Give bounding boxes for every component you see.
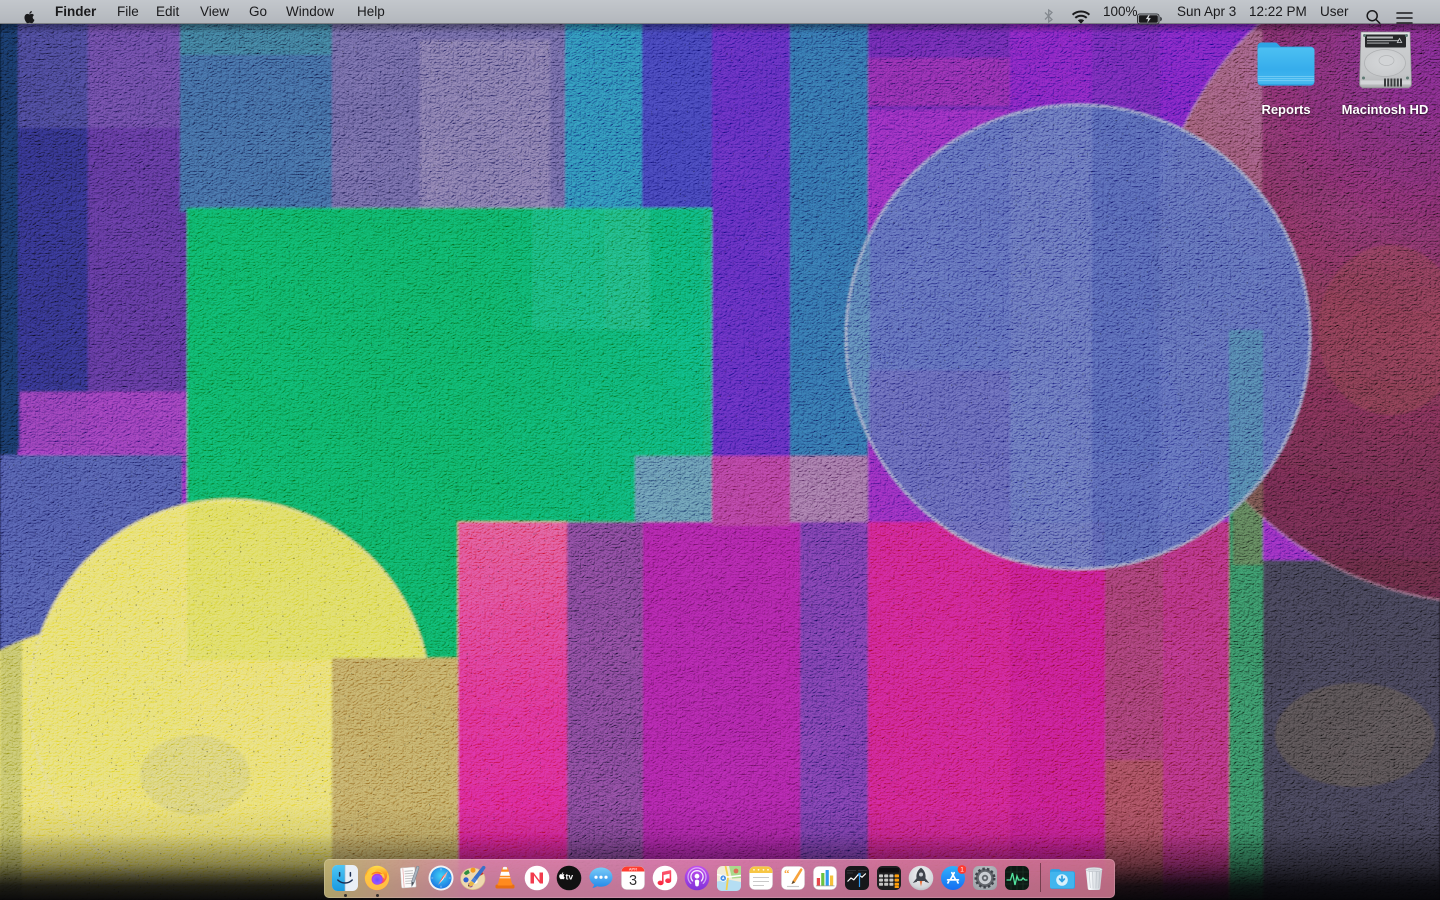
svg-text:APR: APR <box>629 866 637 871</box>
svg-text:“: “ <box>784 868 790 880</box>
svg-text:1: 1 <box>960 866 964 873</box>
svg-text:tv: tv <box>566 871 574 881</box>
svg-text:3: 3 <box>629 873 637 889</box>
